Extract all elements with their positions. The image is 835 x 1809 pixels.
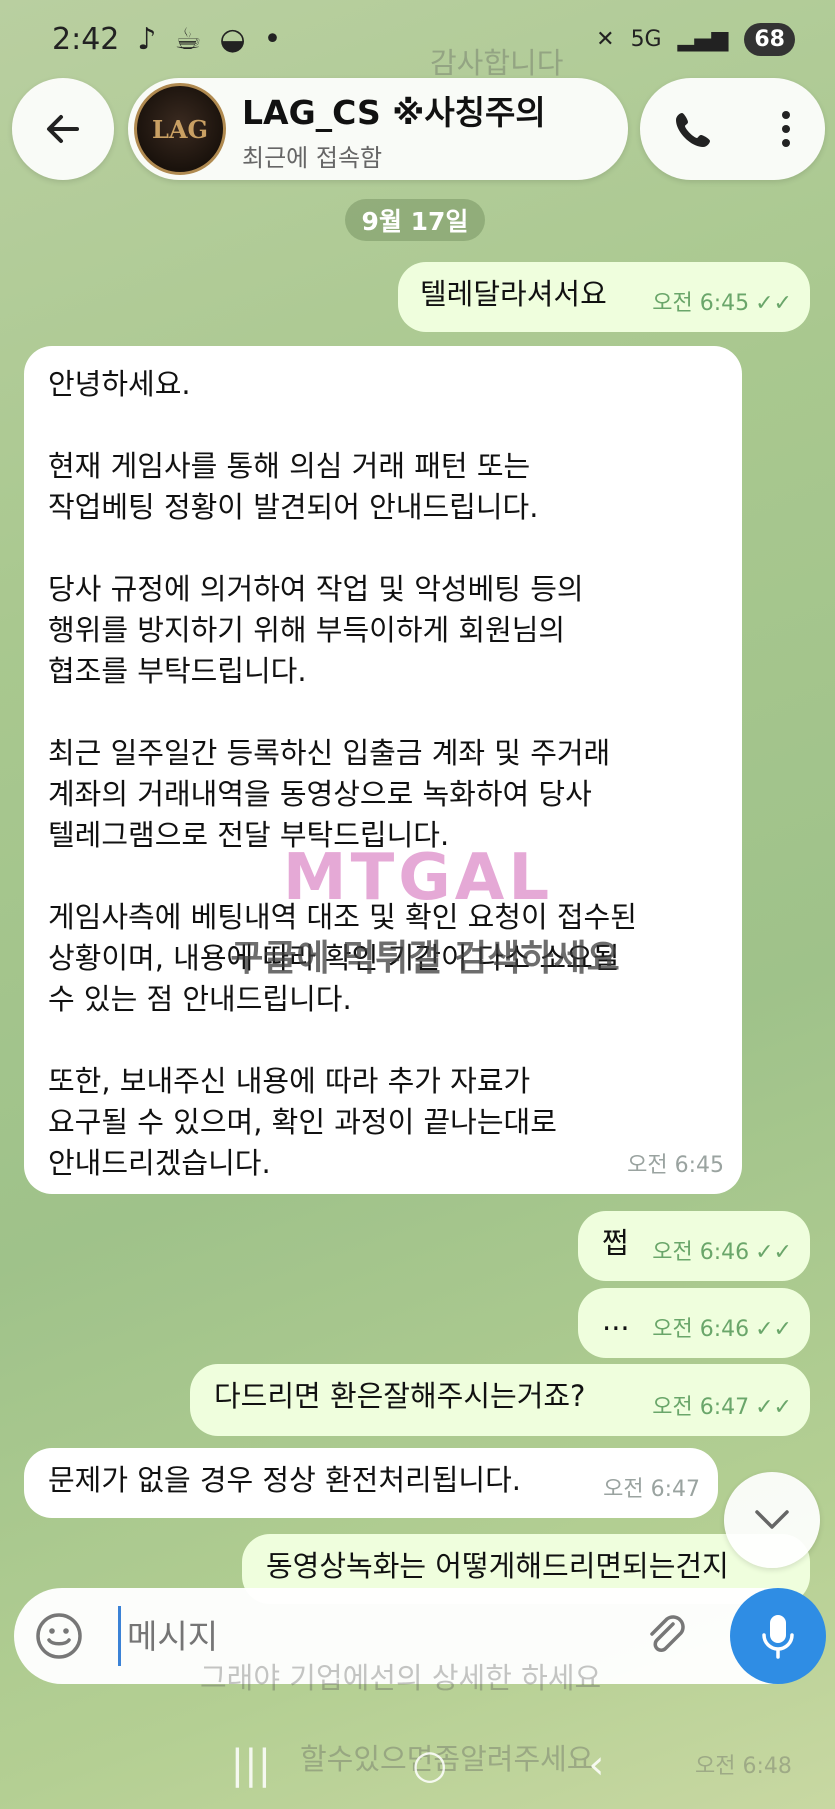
microphone-icon [762,1615,794,1659]
message-time: 오전 6:46 [652,1240,750,1265]
message-text: 문제가 없을 경우 정상 환전처리됩니다. [48,1463,521,1497]
chat-header[interactable]: LAG LAG_CS ※사칭주의 최근에 접속함 [128,78,628,180]
network-label: 5G [630,26,662,52]
double-check-icon: ✓✓ [755,1317,792,1342]
message-bubble-incoming[interactable]: 문제가 없을 경우 정상 환전처리됩니다. 오전 6:47 [24,1448,718,1518]
home-icon[interactable]: ○ [412,1742,447,1788]
faded-message: 그래야 기업에선의 상세한 하세요 [200,1661,602,1695]
watermark-text: 구글에 먹튀갤 검색하세요 [230,938,620,979]
paperclip-icon [650,1615,685,1652]
message-bubble-incoming[interactable]: 안녕하세요. 현재 게임사를 통해 의심 거래 패턴 또는 작업베팅 정황이 발… [24,346,742,1194]
faded-message: 감사합니다 [430,46,564,80]
chat-name: LAG_CS ※사칭주의 [242,92,546,132]
message-bubble-outgoing[interactable]: 다드리면 환은잘해주시는거죠? 오전 6:47 ✓✓ [190,1364,810,1436]
attach-button[interactable] [612,1612,722,1660]
chevron-down-icon [755,1510,789,1529]
message-text: ... [602,1303,630,1337]
bowl-icon: ◒ [219,21,246,57]
double-check-icon: ✓✓ [755,291,792,316]
battery-level: 68 [744,22,795,56]
message-time: 오전 6:45 [652,291,750,316]
double-check-icon: ✓✓ [755,1240,792,1265]
double-check-icon: ✓✓ [755,1395,792,1420]
signal-icon: ▂▄▆ [677,26,729,52]
more-vertical-icon[interactable] [779,107,793,151]
phone-icon[interactable] [672,107,716,151]
emoji-button[interactable] [14,1611,104,1661]
back-nav-icon[interactable]: ‹ [588,1742,604,1788]
message-time: 오전 6:46 [652,1317,750,1342]
recent-apps-icon[interactable]: ||| [231,1742,271,1788]
message-text: 쩝 [602,1226,629,1260]
scroll-down-button[interactable] [724,1472,820,1568]
message-text: 동영상녹화는 어떻게해드리면되는건지 [266,1549,729,1583]
chat-status: 최근에 접속함 [242,143,383,172]
message-time: 오전 6:47 [603,1477,700,1502]
clock: 2:42 [52,21,120,57]
back-button[interactable] [12,78,114,180]
message-time: 오전 6:47 [652,1395,750,1420]
coffee-icon: ☕ [174,21,202,57]
dot-icon: • [263,21,282,57]
message-bubble-outgoing[interactable]: 쩝 오전 6:46 ✓✓ [578,1211,810,1281]
smile-icon [36,1613,82,1659]
status-bar: 2:42 ♪ ☕ ◒ • ✕ 5G ▂▄▆ 68 [0,0,835,78]
message-bubble-outgoing[interactable]: ... 오전 6:46 ✓✓ [578,1288,810,1358]
bell-icon: ♪ [137,21,157,57]
message-time: 오전 6:45 [627,1153,724,1178]
date-separator: 9월 17일 [345,199,485,241]
system-nav-bar: ||| ○ ‹ [0,1720,835,1809]
message-text: 안녕하세요. 현재 게임사를 통해 의심 거래 패턴 또는 작업베팅 정황이 발… [48,367,637,1180]
voice-record-button[interactable] [730,1588,826,1684]
arrow-left-icon [47,115,79,143]
message-bubble-outgoing[interactable]: 텔레달라셔서요 오전 6:45 ✓✓ [398,262,810,332]
watermark-logo: MTGAL [282,841,554,915]
mute-icon: ✕ [596,26,615,52]
avatar[interactable]: LAG [134,83,226,175]
message-text: 다드리면 환은잘해주시는거죠? [214,1379,586,1413]
message-text: 텔레달라셔서요 [420,277,607,311]
header-actions [640,78,825,180]
